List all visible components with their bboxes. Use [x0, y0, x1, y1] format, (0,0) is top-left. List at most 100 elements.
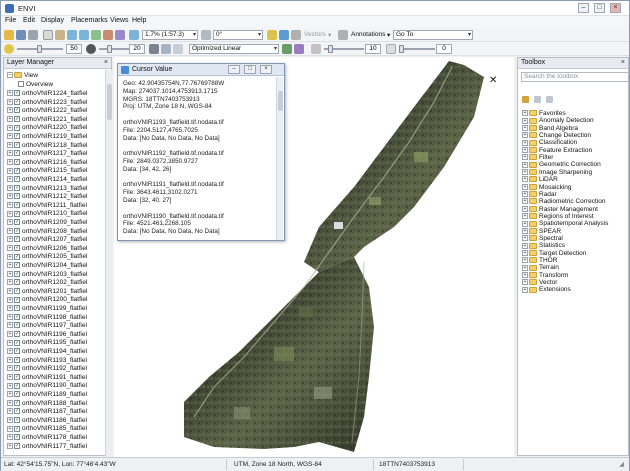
histogram-icon[interactable] [161, 44, 171, 54]
vectors-dropdown-icon[interactable]: ▾ [328, 31, 331, 39]
brightness-slider[interactable] [17, 45, 63, 53]
expand-icon[interactable]: + [7, 270, 13, 277]
expand-icon[interactable]: + [7, 399, 13, 406]
tree-overview-node[interactable]: Overview [18, 80, 53, 89]
expand-icon[interactable]: + [522, 286, 528, 293]
checkbox[interactable]: ✓ [14, 382, 20, 389]
checkbox[interactable]: ✓ [14, 124, 20, 131]
expand-icon[interactable]: + [7, 159, 13, 166]
layer-manager-scrollbar[interactable] [105, 70, 112, 456]
zoom-icon[interactable] [129, 30, 139, 40]
checkbox[interactable]: ✓ [14, 356, 20, 363]
expand-icon[interactable]: + [7, 141, 13, 148]
expand-icon[interactable]: + [7, 382, 13, 389]
expand-icon[interactable]: + [7, 253, 13, 260]
expand-icon[interactable]: + [7, 236, 13, 243]
checkbox[interactable]: ✓ [14, 442, 20, 449]
expand-icon[interactable]: + [7, 124, 13, 131]
menu-file[interactable]: File [5, 17, 16, 24]
toolbox-item[interactable]: + Extensions [522, 285, 571, 294]
toolbox-collapse-icon[interactable] [534, 96, 541, 103]
crosshair-icon[interactable] [115, 30, 125, 40]
expand-icon[interactable]: + [7, 391, 13, 398]
expand-icon[interactable]: + [7, 288, 13, 295]
save-icon[interactable] [16, 30, 26, 40]
expand-icon[interactable]: + [7, 417, 13, 424]
checkbox[interactable]: ✓ [14, 116, 20, 123]
transparency-slider[interactable] [399, 45, 435, 53]
checkbox[interactable]: ✓ [14, 288, 20, 295]
expand-icon[interactable]: + [7, 348, 13, 355]
pan-icon[interactable] [55, 30, 65, 40]
expand-icon[interactable]: + [7, 374, 13, 381]
contrast-slider[interactable] [99, 45, 129, 53]
annotations-dropdown-icon[interactable]: ▾ [387, 31, 390, 39]
expand-icon[interactable]: + [7, 133, 13, 140]
checkbox[interactable]: ✓ [14, 305, 20, 312]
expand-icon[interactable]: + [7, 434, 13, 441]
checkbox[interactable]: ✓ [14, 322, 20, 329]
checkbox[interactable]: ✓ [14, 365, 20, 372]
expand-icon[interactable]: + [7, 176, 13, 183]
maximize-button[interactable]: □ [594, 3, 605, 13]
checkbox[interactable]: ✓ [14, 141, 20, 148]
contrast-value[interactable]: 20 [129, 44, 145, 54]
vectors-label[interactable]: Vectors [304, 31, 326, 38]
expand-icon[interactable]: + [7, 90, 13, 97]
checkbox[interactable]: ✓ [14, 279, 20, 286]
checkbox[interactable]: ✓ [14, 245, 20, 252]
checkbox[interactable]: ✓ [14, 219, 20, 226]
expand-icon[interactable]: + [7, 279, 13, 286]
cursor-value-close-button[interactable]: × [260, 65, 272, 74]
cursor-value-title-bar[interactable]: Cursor Value – □ × [118, 64, 284, 76]
stretch-combo[interactable]: Optimized Linear ▾ [189, 44, 279, 54]
expand-icon[interactable]: + [7, 322, 13, 329]
expand-icon[interactable]: + [7, 202, 13, 209]
measure-icon[interactable] [279, 30, 289, 40]
checkbox[interactable]: ✓ [14, 262, 20, 269]
rotation-combo[interactable]: 0° ▾ [213, 30, 263, 40]
checkbox[interactable]: ✓ [14, 202, 20, 209]
expand-icon[interactable]: + [7, 98, 13, 105]
checkbox[interactable]: ✓ [14, 313, 20, 320]
menu-help[interactable]: Help [132, 17, 146, 24]
toolbox-expand-icon[interactable] [522, 96, 529, 103]
checkbox[interactable]: ✓ [14, 425, 20, 432]
checkbox[interactable]: ✓ [14, 107, 20, 114]
checkbox[interactable]: ✓ [14, 408, 20, 415]
expand-icon[interactable]: + [7, 210, 13, 217]
transparency-value[interactable]: 0 [436, 44, 452, 54]
link-icon[interactable] [294, 44, 304, 54]
annotation-icon[interactable] [267, 30, 277, 40]
toolbox-search-input[interactable]: Search the toolbox [521, 72, 629, 82]
expand-icon[interactable]: + [7, 245, 13, 252]
tree-view-node[interactable]: − View [7, 71, 38, 80]
checkbox[interactable]: ✓ [14, 253, 20, 260]
expand-icon[interactable]: + [7, 219, 13, 226]
checkbox[interactable]: ✓ [14, 193, 20, 200]
layer-manager-scroll-thumb[interactable] [107, 84, 112, 120]
cursor-value-scroll-thumb[interactable] [278, 91, 283, 111]
expand-icon[interactable]: + [7, 339, 13, 346]
checkbox[interactable]: ✓ [14, 98, 20, 105]
checkbox[interactable]: ✓ [14, 167, 20, 174]
expand-icon[interactable]: + [7, 227, 13, 234]
checkbox[interactable]: ✓ [14, 227, 20, 234]
expand-icon[interactable]: + [7, 184, 13, 191]
collapse-icon[interactable]: − [7, 72, 13, 79]
rotate-icon[interactable] [103, 30, 113, 40]
expand-icon[interactable]: + [7, 408, 13, 415]
checkbox[interactable]: ✓ [14, 210, 20, 217]
expand-icon[interactable]: + [7, 331, 13, 338]
menu-placemarks[interactable]: Placemarks [71, 17, 108, 24]
annotations-label[interactable]: Annotations [351, 31, 385, 38]
checkbox[interactable]: ✓ [14, 399, 20, 406]
expand-icon[interactable]: + [7, 356, 13, 363]
brightness-value[interactable]: 50 [66, 44, 82, 54]
open-icon[interactable] [4, 30, 14, 40]
expand-icon[interactable]: + [7, 365, 13, 372]
sharpen-slider[interactable] [324, 45, 364, 53]
expand-icon[interactable]: + [7, 296, 13, 303]
zoom-in-icon[interactable] [67, 30, 77, 40]
expand-icon[interactable]: + [7, 305, 13, 312]
